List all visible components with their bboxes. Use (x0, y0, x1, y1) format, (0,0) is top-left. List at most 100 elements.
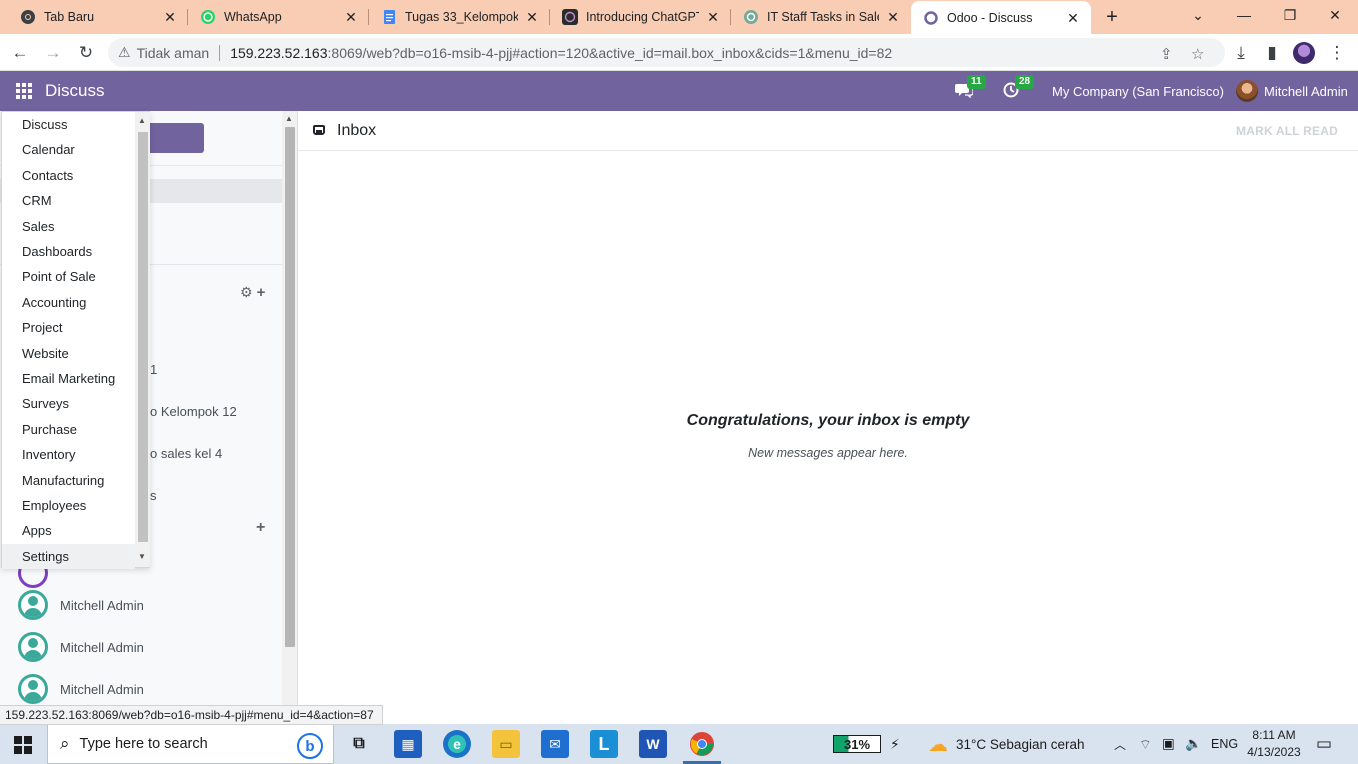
word-icon[interactable]: W (639, 730, 667, 758)
bing-icon[interactable]: b (297, 733, 323, 759)
search-placeholder: Type here to search (79, 736, 208, 752)
chatgpt-icon (743, 9, 759, 25)
apps-dropdown-menu: Discuss Calendar Contacts CRM Sales Dash… (1, 111, 150, 569)
language-indicator[interactable]: ENG (1211, 724, 1238, 764)
menu-item-project[interactable]: Project (2, 315, 135, 340)
l-app-icon[interactable]: L (590, 730, 618, 758)
scrollbar-thumb[interactable] (285, 127, 295, 647)
direct-message-item[interactable]: Mitchell Admin (0, 587, 282, 623)
menu-item-inventory[interactable]: Inventory (2, 442, 135, 467)
app-title[interactable]: Discuss (45, 81, 105, 101)
avatar (18, 590, 48, 620)
close-icon[interactable]: ✕ (162, 9, 178, 25)
menu-item-email-marketing[interactable]: Email Marketing (2, 366, 135, 391)
messages-menu[interactable]: 11 (955, 71, 986, 111)
mark-all-read-button[interactable]: MARK ALL READ (1228, 119, 1346, 143)
reload-button[interactable]: ↻ (73, 40, 99, 66)
bookmark-star-icon[interactable]: ☆ (1191, 45, 1204, 63)
odoo-icon (923, 10, 939, 26)
clock-time: 8:11 AM (1252, 728, 1296, 742)
close-icon[interactable]: ✕ (705, 9, 721, 25)
close-icon[interactable]: ✕ (343, 9, 359, 25)
menu-item-crm[interactable]: CRM (2, 188, 135, 213)
tab-whatsapp[interactable]: WhatsApp ✕ (188, 0, 369, 34)
close-icon[interactable]: ✕ (885, 9, 901, 25)
url-text[interactable]: 159.223.52.163:8069/web?db=o16-msib-4-pj… (230, 45, 892, 61)
menu-item-employees[interactable]: Employees (2, 493, 135, 518)
tab-odoo-discuss[interactable]: Odoo - Discuss ✕ (911, 1, 1091, 35)
tab-label: Tab Baru (44, 10, 95, 24)
tab-tab-baru[interactable]: Tab Baru ✕ (8, 0, 188, 34)
scrollbar-thumb[interactable] (138, 132, 148, 542)
scroll-down-icon[interactable]: ▼ (138, 552, 146, 561)
menu-item-discuss[interactable]: Discuss (2, 112, 135, 137)
minimize-button[interactable]: — (1221, 0, 1267, 30)
scroll-up-icon[interactable]: ▲ (138, 116, 146, 125)
menu-item-dashboards[interactable]: Dashboards (2, 239, 135, 264)
chrome-icon (20, 9, 36, 25)
forward-button[interactable]: → (40, 40, 66, 66)
menu-item-website[interactable]: Website (2, 341, 135, 366)
notification-icon[interactable]: ▭ (1316, 724, 1332, 764)
tab-search-chevron-icon[interactable]: ⌄ (1175, 0, 1221, 30)
close-icon[interactable]: ✕ (1065, 10, 1081, 26)
taskbar-search[interactable]: ⌕ Type here to search b (47, 724, 334, 764)
menu-item-point-of-sale[interactable]: Point of Sale (2, 264, 135, 289)
browser-menu-icon[interactable]: ⋮ (1324, 40, 1350, 66)
apps-grid-icon[interactable] (16, 83, 32, 99)
menu-item-settings[interactable]: Settings (2, 543, 135, 569)
menu-item-surveys[interactable]: Surveys (2, 391, 135, 416)
task-view-icon[interactable]: ⧉ (345, 730, 373, 758)
tab-it-staff-tasks[interactable]: IT Staff Tasks in Sales ✕ (731, 0, 911, 34)
inbox-icon (313, 125, 325, 135)
menu-item-sales[interactable]: Sales (2, 214, 135, 239)
menu-item-contacts[interactable]: Contacts (2, 163, 135, 188)
file-explorer-icon[interactable]: ▭ (492, 730, 520, 758)
add-direct-message-icon[interactable]: + (256, 519, 265, 537)
edge-icon[interactable]: e (443, 730, 471, 758)
back-button[interactable]: ← (7, 40, 33, 66)
menu-item-calendar[interactable]: Calendar (2, 137, 135, 162)
menu-item-manufacturing[interactable]: Manufacturing (2, 468, 135, 493)
volume-icon[interactable]: 🔈 (1185, 724, 1202, 764)
window-close-button[interactable]: ✕ (1312, 0, 1358, 30)
profile-avatar[interactable] (1291, 40, 1317, 66)
scroll-up-icon[interactable]: ▲ (285, 114, 293, 123)
windows-start-icon[interactable] (14, 736, 32, 754)
download-icon[interactable]: ⤓ (1228, 40, 1254, 66)
empty-inbox-subtitle: New messages appear here. (748, 446, 908, 460)
menu-item-accounting[interactable]: Accounting (2, 290, 135, 315)
tab-label: WhatsApp (224, 10, 282, 24)
network-icon[interactable]: ⌔ (1139, 724, 1152, 764)
restore-button[interactable]: ❐ (1267, 0, 1313, 30)
new-tab-button[interactable]: + (1100, 5, 1124, 29)
direct-message-item[interactable]: Mitchell Admin (0, 629, 282, 665)
share-icon[interactable]: ⇪ (1160, 45, 1173, 63)
tab-tugas-33[interactable]: Tugas 33_Kelompok 1 ✕ (369, 0, 550, 34)
battery-indicator[interactable]: 31% (833, 735, 881, 753)
display-icon[interactable]: ▣ (1162, 724, 1175, 764)
address-bar[interactable]: ⚠ Tidak aman 159.223.52.163:8069/web?db=… (108, 38, 1225, 67)
warning-icon: ⚠ (118, 44, 131, 60)
company-switcher[interactable]: My Company (San Francisco) (1052, 71, 1224, 111)
show-hidden-icons[interactable]: ︿ (1114, 724, 1126, 764)
microsoft-store-icon[interactable]: ▦ (394, 730, 422, 758)
menu-scrollbar[interactable]: ▲ ▼ (135, 112, 150, 567)
direct-message-item[interactable]: Mitchell Admin (0, 671, 282, 706)
chrome-taskbar-icon[interactable] (688, 730, 716, 758)
close-icon[interactable]: ✕ (524, 9, 540, 25)
tab-introducing-chatgpt[interactable]: Introducing ChatGPT ✕ (550, 0, 731, 34)
menu-item-purchase[interactable]: Purchase (2, 417, 135, 442)
weather-widget[interactable]: ☁ 31°C Sebagian cerah (928, 724, 1085, 764)
side-panel-icon[interactable]: ▮ (1259, 40, 1285, 66)
system-clock[interactable]: 8:11 AM 4/13/2023 (1242, 727, 1306, 761)
gear-icon[interactable]: ⚙ (240, 284, 253, 301)
charging-icon: ⚡ (890, 735, 900, 752)
mail-icon[interactable]: ✉ (541, 730, 569, 758)
sidebar-scrollbar[interactable]: ▲ (282, 111, 297, 706)
menu-item-apps[interactable]: Apps (2, 518, 135, 543)
user-menu[interactable]: Mitchell Admin (1236, 71, 1348, 111)
activities-menu[interactable]: 28 (1003, 71, 1035, 111)
add-channel-icon[interactable]: + (257, 284, 266, 301)
browser-toolbar: ← → ↻ ⚠ Tidak aman 159.223.52.163:8069/w… (0, 34, 1358, 71)
